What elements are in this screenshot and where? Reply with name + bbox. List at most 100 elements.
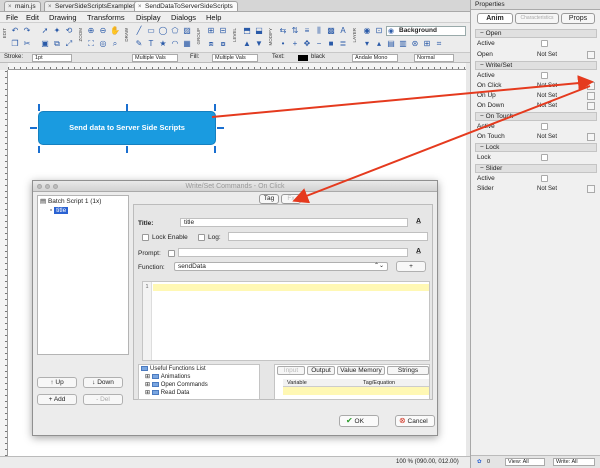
layer-down-icon[interactable]: ▾ — [362, 39, 372, 49]
layer-options-icon[interactable]: ⊛ — [410, 39, 420, 49]
selection-handle[interactable] — [38, 146, 40, 153]
align-icon[interactable]: ≡ — [302, 26, 312, 36]
layer-up-icon[interactable]: ▴ — [374, 39, 384, 49]
line-icon[interactable]: ╱ — [134, 26, 144, 36]
prompt-checkbox[interactable] — [168, 250, 175, 257]
layer-snap-icon[interactable]: ⌗ — [434, 39, 444, 49]
select-icon[interactable]: ➚ — [40, 26, 50, 36]
delete-command-button[interactable]: - Del — [83, 394, 123, 405]
edit-button[interactable] — [587, 185, 595, 193]
table-row[interactable] — [283, 387, 429, 395]
section-open[interactable]: − Open — [475, 29, 597, 38]
file-tab-senddata[interactable]: × SendDataToServerSideScripts — [134, 1, 238, 11]
tab-fx[interactable]: Fx — [281, 194, 301, 204]
cut-icon[interactable]: ✂ — [22, 39, 32, 49]
fill-multiple-vals[interactable]: Multiple Vals — [212, 54, 258, 62]
widget-icon[interactable]: ▦ — [182, 39, 192, 49]
section-lock[interactable]: − Lock — [475, 143, 597, 152]
active-checkbox[interactable] — [541, 72, 548, 79]
pen-icon[interactable]: ✎ — [134, 39, 144, 49]
section-slider[interactable]: − Slider — [475, 164, 597, 173]
node-icon[interactable]: ✦ — [52, 26, 62, 36]
tab-input[interactable]: Input — [277, 366, 305, 375]
text-icon[interactable]: T — [146, 39, 156, 49]
ungroup-icon[interactable]: ⊟ — [218, 26, 228, 36]
menu-file[interactable]: File — [6, 13, 18, 22]
backward-icon[interactable]: ▼ — [254, 39, 264, 49]
script-editor[interactable]: 1 — [142, 281, 430, 361]
split-icon[interactable]: ⧇ — [218, 39, 228, 49]
add-point-icon[interactable]: + — [290, 39, 300, 49]
close-window-icon[interactable] — [37, 184, 42, 189]
file-tab-main[interactable]: × main.js — [4, 1, 41, 11]
stop-icon[interactable]: ■ — [326, 39, 336, 49]
list-item[interactable]: ⊞ Open Commands — [145, 382, 208, 389]
move-down-button[interactable]: ↓ Down — [83, 377, 123, 388]
add-function-button[interactable]: + — [396, 261, 426, 272]
polygon-icon[interactable]: ⬠ — [170, 26, 180, 36]
zoom-out-icon[interactable]: ⊖ — [98, 26, 108, 36]
on-click-edit-button[interactable] — [587, 82, 595, 90]
selection-handle[interactable] — [217, 127, 224, 129]
active-checkbox[interactable] — [541, 123, 548, 130]
translate-icon[interactable]: A̲ — [416, 218, 421, 225]
layer-add-icon[interactable]: ▤ — [386, 39, 396, 49]
zoom-100-icon[interactable]: ◎ — [98, 39, 108, 49]
paste-icon[interactable]: ▣ — [40, 39, 50, 49]
eye-icon[interactable]: ◉ — [362, 26, 372, 36]
tree-item-title[interactable]: ▫ title — [50, 207, 69, 215]
zoom-fit-icon[interactable]: ⛶ — [86, 39, 96, 49]
tab-strings[interactable]: Strings — [387, 366, 429, 375]
menu-display[interactable]: Display — [136, 13, 161, 22]
prompt-field[interactable] — [178, 248, 408, 257]
expand-icon[interactable]: ⊞ — [145, 374, 152, 380]
selection-handle[interactable] — [30, 127, 37, 129]
stroke-width-select[interactable]: 1pt — [32, 54, 72, 62]
gradient-icon[interactable]: ▩ — [326, 26, 336, 36]
align-text-icon[interactable]: ≣ — [338, 39, 348, 49]
ok-button[interactable]: ✔ OK — [339, 415, 379, 427]
edit-button[interactable] — [587, 92, 595, 100]
close-icon[interactable]: × — [8, 4, 12, 10]
send-back-icon[interactable]: ⬓ — [254, 26, 264, 36]
rotate-icon[interactable]: ⟲ — [64, 26, 74, 36]
lock-checkbox[interactable] — [541, 154, 548, 161]
background-layer-select[interactable]: Background — [386, 26, 466, 36]
tree-item-batch-script[interactable]: ▤ Batch Script 1 (1x) — [40, 198, 101, 206]
scale-icon[interactable]: ⤢ — [64, 39, 74, 49]
expand-icon[interactable]: ⊞ — [145, 382, 152, 388]
section-write-set[interactable]: − Write/Set — [475, 61, 597, 70]
active-checkbox[interactable] — [541, 40, 548, 47]
close-icon[interactable]: × — [138, 4, 142, 10]
flip-v-icon[interactable]: ⇅ — [290, 26, 300, 36]
log-field[interactable] — [228, 232, 428, 241]
zoom-area-icon[interactable]: ⌕ — [110, 39, 120, 49]
file-tab-examples[interactable]: × ServerSideScriptsExamples — [44, 1, 141, 11]
flip-h-icon[interactable]: ⇆ — [278, 26, 288, 36]
translate-icon[interactable]: A̲ — [416, 248, 421, 255]
active-checkbox[interactable] — [541, 175, 548, 182]
tab-characteristics[interactable]: Characteristics — [515, 13, 559, 24]
selection-handle[interactable] — [214, 104, 216, 111]
font-style-select[interactable]: Normal — [414, 54, 454, 62]
menu-transforms[interactable]: Transforms — [87, 13, 125, 22]
combine-icon[interactable]: ⧈ — [206, 39, 216, 49]
menu-dialogs[interactable]: Dialogs — [171, 13, 196, 22]
rectangle-icon[interactable]: ▭ — [146, 26, 156, 36]
tab-value-memory[interactable]: Value Memory — [337, 366, 385, 375]
font-size-icon[interactable]: A — [338, 26, 348, 36]
send-data-stage-button[interactable]: Send data to Server Side Scripts — [38, 111, 216, 145]
tab-output[interactable]: Output — [307, 366, 335, 375]
tab-anim[interactable]: Anim — [477, 13, 513, 24]
menu-help[interactable]: Help — [206, 13, 221, 22]
image-icon[interactable]: ▨ — [182, 26, 192, 36]
list-item[interactable]: Useful Functions List — [141, 366, 206, 373]
view-filter-select[interactable]: View: All — [505, 458, 545, 466]
arc-icon[interactable]: ◠ — [170, 39, 180, 49]
selection-handle[interactable] — [38, 104, 40, 111]
zoom-window-icon[interactable] — [53, 184, 58, 189]
tab-props[interactable]: Props — [561, 13, 595, 24]
close-icon[interactable]: × — [48, 4, 52, 10]
duplicate-icon[interactable]: ⧉ — [52, 39, 62, 49]
ellipse-icon[interactable]: ◯ — [158, 26, 168, 36]
